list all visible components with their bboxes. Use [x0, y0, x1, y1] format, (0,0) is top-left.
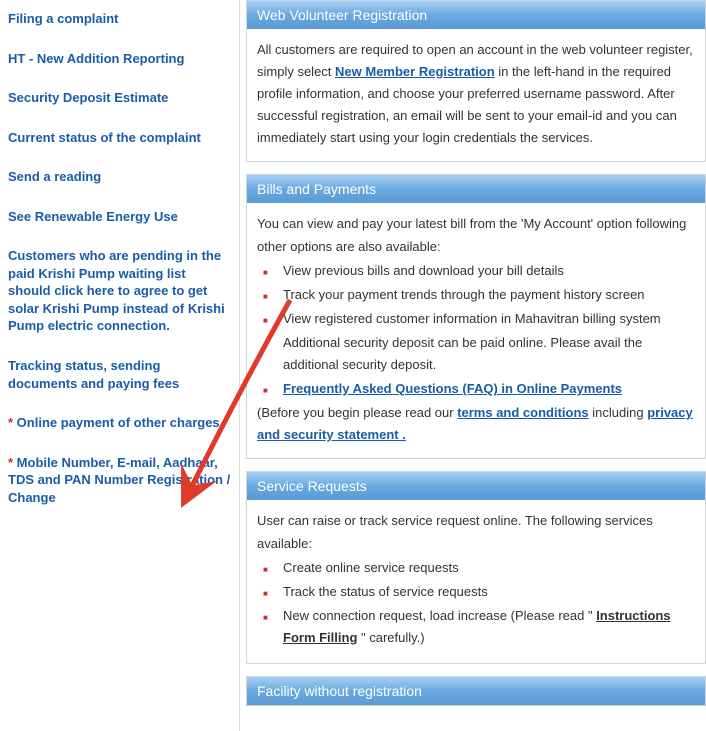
list-item: Track the status of service requests: [279, 581, 693, 603]
main-content: Web Volunteer Registration All customers…: [240, 0, 706, 731]
service-bullet-list: Create online service requests Track the…: [257, 557, 693, 649]
bills-bullet-list: View previous bills and download your bi…: [257, 260, 693, 401]
section-facility: Facility without registration: [246, 676, 706, 706]
sidebar-item-online-payment[interactable]: * Online payment of other charges: [8, 414, 231, 432]
sidebar-item-filing-complaint[interactable]: Filing a complaint: [8, 10, 231, 28]
text: including: [589, 405, 648, 420]
list-item: View registered customer information in …: [279, 308, 693, 330]
section-body-bills: You can view and pay your latest bill fr…: [247, 203, 705, 458]
sidebar-item-mobile-number[interactable]: * Mobile Number, E-mail, Aadhaar, TDS an…: [8, 454, 231, 507]
section-service: Service Requests User can raise or track…: [246, 471, 706, 664]
text: " carefully.): [357, 630, 424, 645]
list-item: Additional security deposit can be paid …: [279, 332, 693, 376]
sidebar-item-send-reading[interactable]: Send a reading: [8, 168, 231, 186]
section-body-service: User can raise or track service request …: [247, 500, 705, 663]
section-bills: Bills and Payments You can view and pay …: [246, 174, 706, 459]
sidebar-item-label: Online payment of other charges: [17, 415, 220, 430]
sidebar-item-tracking-status[interactable]: Tracking status, sending documents and p…: [8, 357, 231, 392]
section-header-service: Service Requests: [247, 471, 705, 500]
text: You can view and pay your latest bill fr…: [257, 213, 693, 257]
list-item: Frequently Asked Questions (FAQ) in Onli…: [279, 378, 693, 400]
list-item: Create online service requests: [279, 557, 693, 579]
sidebar-item-security-deposit[interactable]: Security Deposit Estimate: [8, 89, 231, 107]
new-member-registration-link[interactable]: New Member Registration: [335, 64, 495, 79]
list-item: View previous bills and download your bi…: [279, 260, 693, 282]
section-header-bills: Bills and Payments: [247, 174, 705, 203]
sidebar-item-renewable-energy[interactable]: See Renewable Energy Use: [8, 208, 231, 226]
sidebar: Filing a complaint HT - New Addition Rep…: [0, 0, 240, 731]
sidebar-item-ht-new-addition[interactable]: HT - New Addition Reporting: [8, 50, 231, 68]
section-volunteer: Web Volunteer Registration All customers…: [246, 0, 706, 162]
text: (Before you begin please read our terms …: [257, 402, 693, 446]
list-item: New connection request, load increase (P…: [279, 605, 693, 649]
section-header-facility: Facility without registration: [247, 676, 705, 705]
sidebar-item-krishi-pump[interactable]: Customers who are pending in the paid Kr…: [8, 247, 231, 335]
text: New connection request, load increase (P…: [283, 608, 596, 623]
sidebar-item-label: Mobile Number, E-mail, Aadhaar, TDS and …: [8, 455, 230, 505]
section-header-volunteer: Web Volunteer Registration: [247, 0, 705, 29]
terms-link[interactable]: terms and conditions: [457, 405, 588, 420]
list-item: Track your payment trends through the pa…: [279, 284, 693, 306]
asterisk-icon: *: [8, 455, 17, 470]
faq-link[interactable]: Frequently Asked Questions (FAQ) in Onli…: [283, 381, 622, 396]
asterisk-icon: *: [8, 415, 17, 430]
sidebar-item-current-status[interactable]: Current status of the complaint: [8, 129, 231, 147]
section-body-volunteer: All customers are required to open an ac…: [247, 29, 705, 161]
text: User can raise or track service request …: [257, 510, 693, 554]
text: (Before you begin please read our: [257, 405, 457, 420]
